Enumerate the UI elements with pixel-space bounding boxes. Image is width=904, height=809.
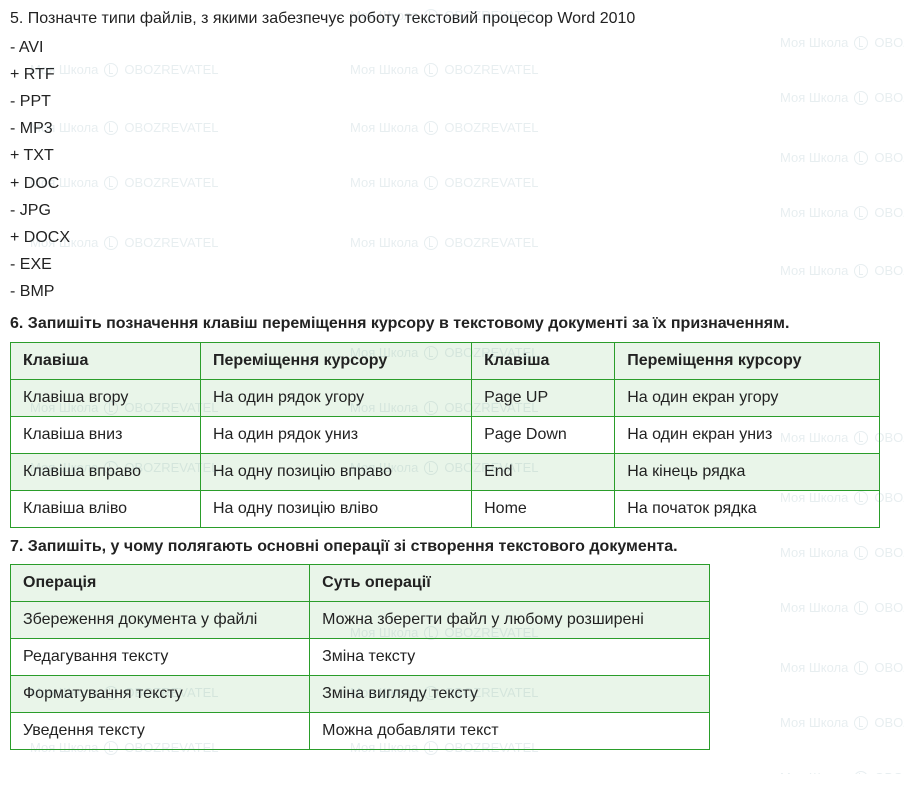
list-item: + TXT <box>10 142 894 169</box>
question6-table: Клавіша Переміщення курсору Клавіша Пере… <box>10 342 880 528</box>
table-row: Збереження документа у файлі Можна збере… <box>11 602 710 639</box>
table-header: Суть операції <box>310 565 710 602</box>
table-header: Клавіша <box>11 342 201 379</box>
table-header: Клавіша <box>472 342 615 379</box>
list-item: - MP3 <box>10 115 894 142</box>
list-item: + RTF <box>10 61 894 88</box>
list-item: - BMP <box>10 278 894 305</box>
table-header: Операція <box>11 565 310 602</box>
list-item: - AVI <box>10 34 894 61</box>
list-item: - EXE <box>10 251 894 278</box>
list-item: - JPG <box>10 197 894 224</box>
question6-prompt: 6. Запишіть позначення клавіш переміщенн… <box>10 313 894 335</box>
list-item: + DOCX <box>10 224 894 251</box>
table-header: Переміщення курсору <box>200 342 471 379</box>
question7-prompt: 7. Запишіть, у чому полягають основні оп… <box>10 536 894 558</box>
table-row: Форматування тексту Зміна вигляду тексту <box>11 676 710 713</box>
table-row: Клавіша вниз На один рядок униз Page Dow… <box>11 416 880 453</box>
question5-prompt: 5. Позначте типи файлів, з якими забезпе… <box>10 6 894 32</box>
table-row: Клавіша вліво На одну позицію вліво Home… <box>11 490 880 527</box>
list-item: + DOC <box>10 170 894 197</box>
table-row: Редагування тексту Зміна тексту <box>11 639 710 676</box>
question5-options: - AVI + RTF - PPT - MP3 + TXT + DOC - JP… <box>10 34 894 306</box>
table-row: Клавіша вгору На один рядок угору Page U… <box>11 379 880 416</box>
table-row: Клавіша вправо На одну позицію вправо En… <box>11 453 880 490</box>
table-header: Переміщення курсору <box>615 342 880 379</box>
question7-table: Операція Суть операції Збереження докуме… <box>10 564 710 750</box>
list-item: - PPT <box>10 88 894 115</box>
table-row: Уведення тексту Можна добавляти текст <box>11 713 710 750</box>
